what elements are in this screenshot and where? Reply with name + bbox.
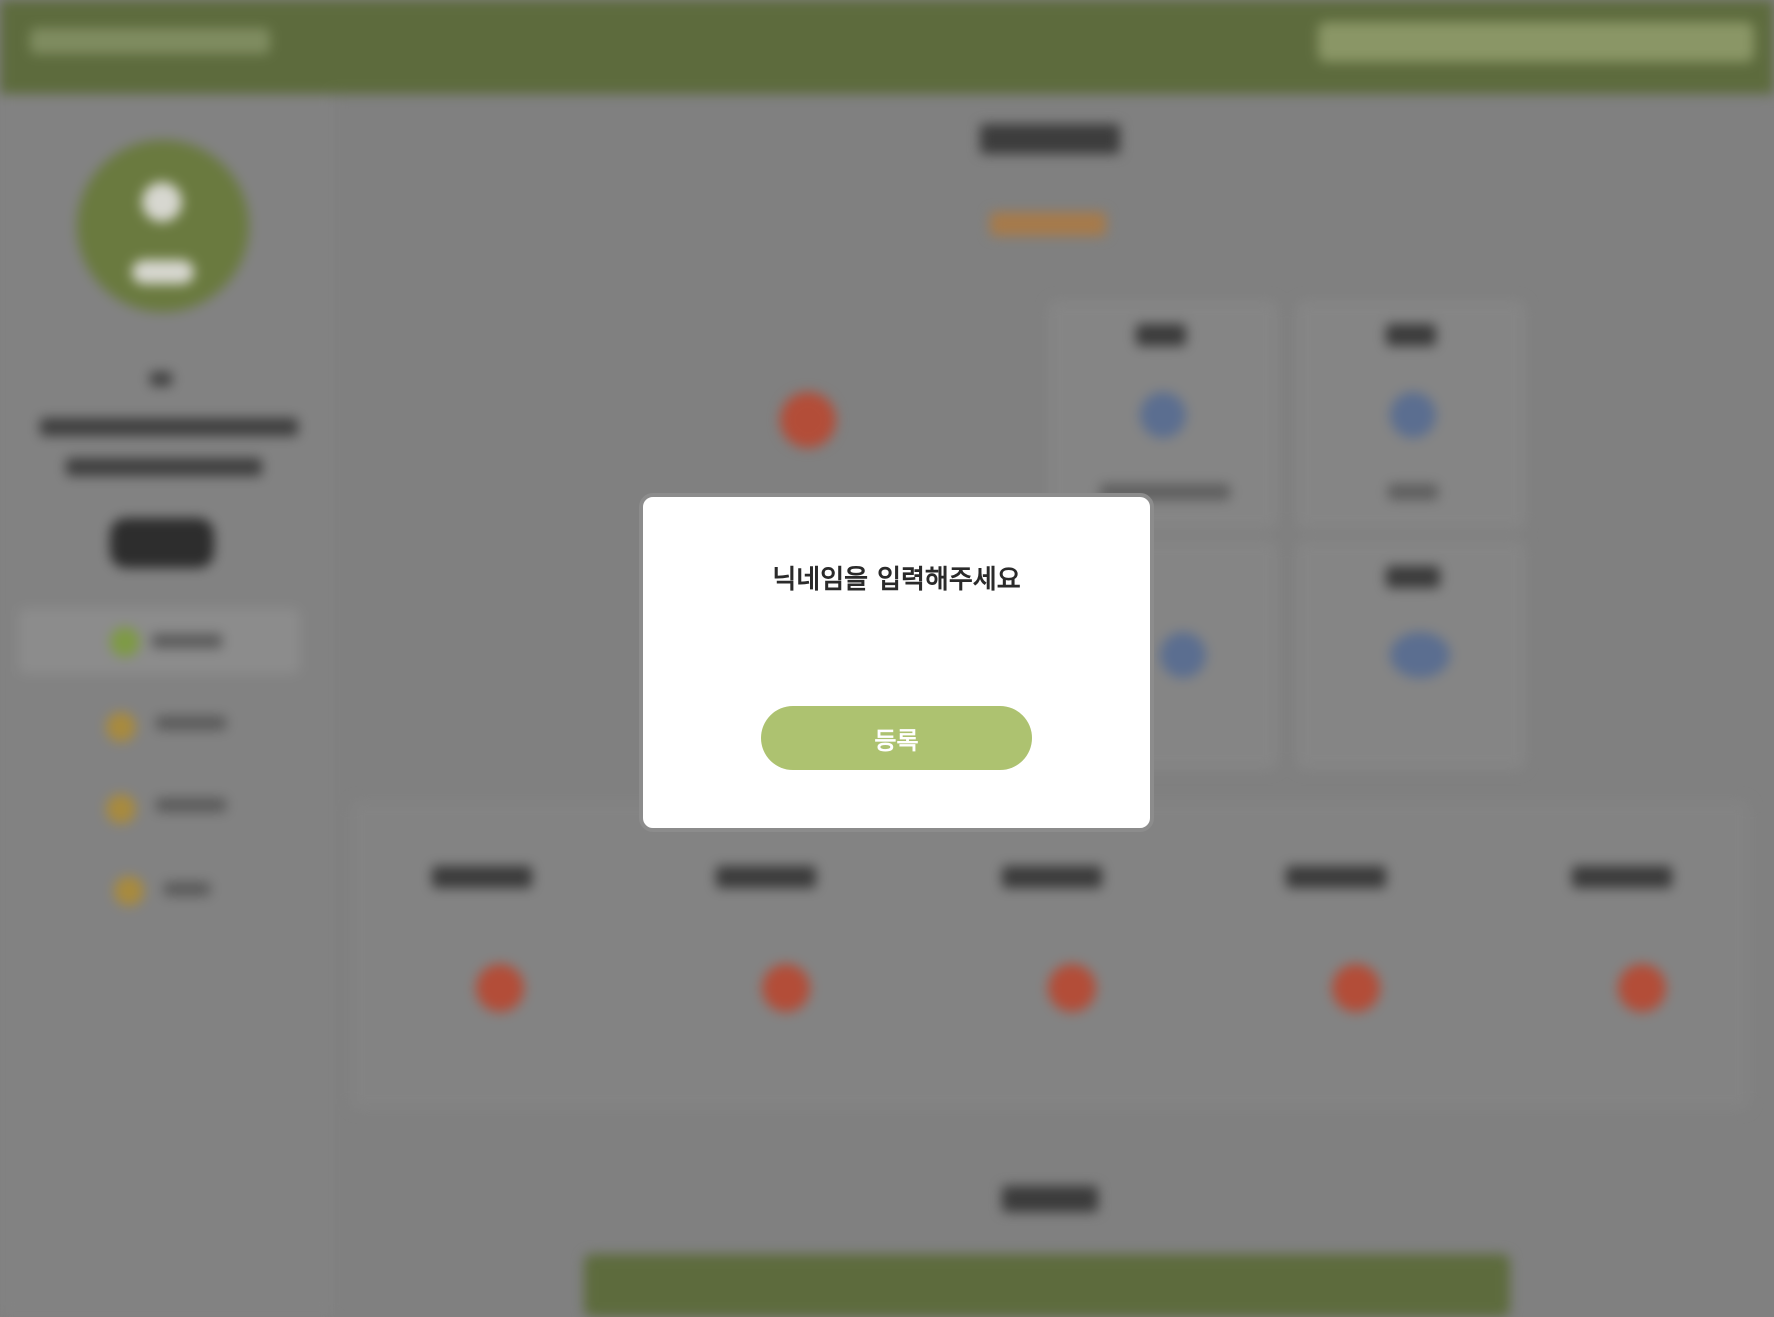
nickname-input[interactable] <box>703 619 1090 669</box>
nickname-modal: 닉네임을 입력해주세요 등록 <box>639 493 1154 832</box>
register-button[interactable]: 등록 <box>761 706 1032 770</box>
modal-title: 닉네임을 입력해주세요 <box>772 565 1021 595</box>
